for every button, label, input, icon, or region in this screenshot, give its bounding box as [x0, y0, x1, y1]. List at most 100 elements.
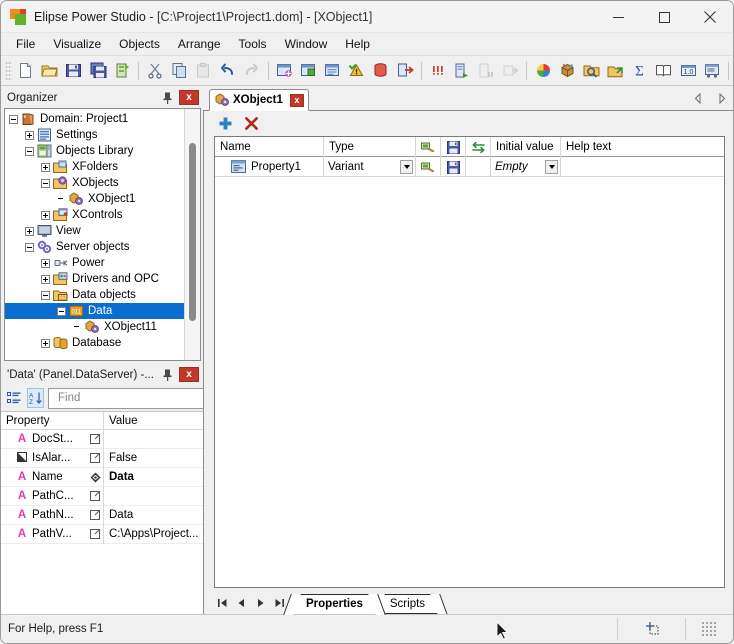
property-value-cell[interactable]: C:\Apps\Project... — [104, 528, 203, 540]
collapse-minus-icon[interactable] — [41, 179, 50, 188]
tree-item-data[interactable]: 011Data — [5, 303, 184, 319]
menu-window[interactable]: Window — [276, 34, 337, 55]
new-report-icon[interactable] — [322, 59, 344, 83]
maximize-button[interactable] — [641, 1, 687, 33]
organizer-tree[interactable]: Domain: Project1SettingsObjects LibraryX… — [5, 111, 184, 360]
tab-close-button[interactable]: x — [290, 94, 304, 107]
tree-item-power[interactable]: Power — [5, 255, 184, 271]
open-folder-icon[interactable] — [39, 59, 61, 83]
pin-icon[interactable] — [159, 366, 176, 383]
column-header-sync[interactable] — [466, 137, 491, 157]
property-row[interactable]: APathC... — [1, 487, 203, 506]
export-icon[interactable] — [394, 59, 416, 83]
next-record-icon[interactable] — [252, 595, 269, 612]
cell-retentive[interactable] — [416, 157, 441, 177]
expand-plus-icon[interactable] — [41, 275, 50, 284]
column-header-name[interactable]: Name — [215, 137, 324, 157]
property-name-cell[interactable]: ADocSt... — [1, 430, 104, 449]
run-application-icon[interactable] — [451, 59, 473, 83]
property-row[interactable]: IsAlar...False — [1, 449, 203, 468]
tree-item-view[interactable]: View — [5, 223, 184, 239]
tree-item-xfolders[interactable]: XFolders — [5, 159, 184, 175]
collapse-minus-icon[interactable] — [25, 147, 34, 156]
minimize-button[interactable] — [595, 1, 641, 33]
script-window-icon[interactable] — [701, 59, 723, 83]
property-value-cell[interactable]: Data — [104, 471, 203, 483]
version-1-0-icon[interactable]: 1.0 — [677, 59, 699, 83]
cut-scissors-icon[interactable] — [144, 59, 166, 83]
type-dropdown-arrow-icon[interactable] — [400, 160, 413, 174]
property-value-cell[interactable]: False — [104, 452, 203, 464]
search-object-icon[interactable] — [581, 59, 603, 83]
column-header-save[interactable] — [441, 137, 466, 157]
color-palette-icon[interactable] — [532, 59, 554, 83]
property-row[interactable]: APathV...C:\Apps\Project... — [1, 525, 203, 544]
property-value-cell[interactable]: Data — [104, 509, 203, 521]
tab-properties[interactable]: Properties — [292, 594, 377, 614]
close-button[interactable] — [687, 1, 733, 33]
menu-objects[interactable]: Objects — [110, 34, 169, 55]
tree-item-domain-project1[interactable]: Domain: Project1 — [5, 111, 184, 127]
nav-next-icon[interactable] — [715, 91, 729, 105]
tree-item-settings[interactable]: Settings — [5, 127, 184, 143]
property-name-cell[interactable]: AName — [1, 468, 104, 487]
cell-initial-value[interactable]: Empty — [491, 157, 561, 177]
column-header-initial-value[interactable]: Initial value — [491, 137, 561, 157]
cell-save[interactable] — [441, 157, 466, 177]
menu-help[interactable]: Help — [336, 34, 379, 55]
tree-item-xcontrols[interactable]: XControls — [5, 207, 184, 223]
undo-arrow-icon[interactable] — [216, 59, 238, 83]
resize-grip-icon[interactable] — [701, 621, 717, 637]
table-row[interactable]: Property1 Variant — [215, 157, 724, 177]
collapse-minus-icon[interactable] — [41, 291, 50, 300]
build-icon[interactable] — [111, 59, 133, 83]
tree-item-xobject11[interactable]: XObject11 — [5, 319, 184, 335]
save-all-icon[interactable] — [87, 59, 109, 83]
tree-item-server-objects[interactable]: Server objects — [5, 239, 184, 255]
property-row[interactable]: ADocSt... — [1, 430, 203, 449]
add-plus-icon[interactable] — [216, 115, 234, 133]
toolbar-grip[interactable] — [5, 61, 12, 81]
collapse-minus-icon[interactable] — [9, 115, 18, 124]
cell-name[interactable]: Property1 — [215, 157, 324, 177]
pause-application-icon[interactable] — [475, 59, 497, 83]
menu-file[interactable]: File — [7, 34, 44, 55]
organizer-scrollbar-thumb[interactable] — [189, 143, 196, 321]
database-icon[interactable] — [370, 59, 392, 83]
binding-diamond-icon[interactable] — [87, 472, 103, 483]
property-row[interactable]: APathN...Data — [1, 506, 203, 525]
tab-scripts[interactable]: Scripts — [376, 594, 439, 614]
binding-checkbox-icon[interactable] — [87, 453, 103, 463]
binding-checkbox-icon[interactable] — [87, 529, 103, 539]
new-screen-icon[interactable] — [274, 59, 296, 83]
alarm-warning-icon[interactable] — [346, 59, 368, 83]
property-name-cell[interactable]: APathV... — [1, 525, 104, 544]
menu-tools[interactable]: Tools — [230, 34, 276, 55]
sigma-sum-icon[interactable]: Σ — [629, 59, 651, 83]
expand-plus-icon[interactable] — [41, 259, 50, 268]
expand-plus-icon[interactable] — [41, 211, 50, 220]
menu-visualize[interactable]: Visualize — [44, 34, 110, 55]
column-header-help-text[interactable]: Help text — [561, 137, 724, 157]
property-row[interactable]: ANameData — [1, 468, 203, 487]
nav-prev-icon[interactable] — [691, 91, 705, 105]
expand-plus-icon[interactable] — [41, 339, 50, 348]
copy-icon[interactable] — [168, 59, 190, 83]
binding-checkbox-icon[interactable] — [87, 510, 103, 520]
pin-icon[interactable] — [159, 89, 176, 106]
menu-arrange[interactable]: Arrange — [169, 34, 230, 55]
column-header-retentive[interactable] — [416, 137, 441, 157]
expand-object-icon[interactable] — [605, 59, 627, 83]
library-book-icon[interactable] — [653, 59, 675, 83]
alarms-exclamation-icon[interactable] — [427, 59, 449, 83]
tree-item-database[interactable]: Database — [5, 335, 184, 351]
property-name-cell[interactable]: APathN... — [1, 506, 104, 525]
collapse-minus-icon[interactable] — [25, 243, 34, 252]
first-record-icon[interactable] — [214, 595, 231, 612]
tree-item-xobjects[interactable]: XObjects — [5, 175, 184, 191]
paste-icon[interactable] — [192, 59, 214, 83]
new-frame-icon[interactable] — [298, 59, 320, 83]
new-document-icon[interactable] — [15, 59, 37, 83]
organizer-scrollbar[interactable] — [184, 109, 200, 360]
tree-item-data-objects[interactable]: 011Data objects — [5, 287, 184, 303]
